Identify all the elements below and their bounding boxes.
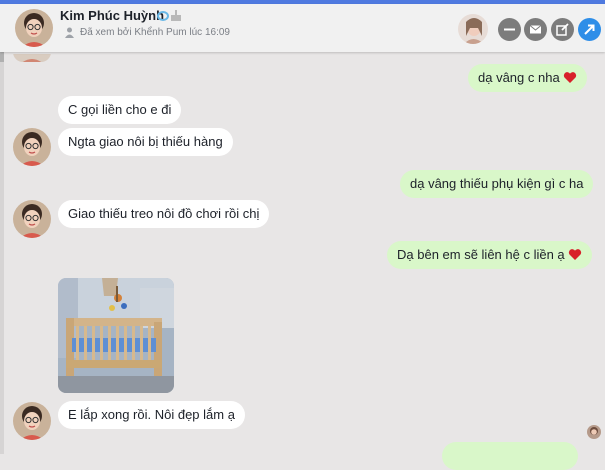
contact-name[interactable]: Kim Phúc Huỳnh xyxy=(60,8,164,23)
message-text: dạ vâng c nha xyxy=(478,70,560,85)
participant-avatar[interactable] xyxy=(458,14,488,44)
avatar[interactable] xyxy=(13,128,51,166)
message-bubble[interactable]: dạ vâng c nha xyxy=(468,64,587,92)
contact-avatar[interactable] xyxy=(15,9,53,47)
message-bubble[interactable]: Dạ bên em sẽ liên hệ c liền ạ xyxy=(387,241,592,269)
message-text: C gọi liền cho e đi xyxy=(68,102,172,117)
seen-avatar xyxy=(587,425,601,439)
baby-crib-photo[interactable] xyxy=(58,278,174,393)
message-text: dạ vâng thiếu phụ kiện gì c ha xyxy=(410,176,584,191)
message-text: Dạ bên em sẽ liên hệ c liền ạ xyxy=(397,247,565,262)
message-bubble[interactable]: C gọi liền cho e đi xyxy=(58,96,182,124)
scrollbar-thumb[interactable] xyxy=(0,52,4,62)
message-list[interactable]: dạ vâng c nha C gọi liền cho e đi Ngta g… xyxy=(0,52,605,470)
avatar xyxy=(13,52,51,62)
avatar[interactable] xyxy=(13,200,51,238)
share-icon xyxy=(584,24,595,35)
share-button[interactable] xyxy=(578,18,601,41)
minimize-button[interactable] xyxy=(498,18,521,41)
compose-icon xyxy=(556,23,569,36)
message-text: Giao thiếu treo nôi đồ chơi rồi chị xyxy=(68,206,260,221)
heart-icon xyxy=(568,249,581,260)
message-text: Ngta giao nôi bị thiếu hàng xyxy=(68,134,223,149)
mail-button[interactable] xyxy=(524,18,547,41)
avatar[interactable] xyxy=(13,402,51,440)
minimize-icon xyxy=(504,28,515,31)
message-bubble[interactable]: dạ vâng thiếu phụ kiện gì c ha xyxy=(400,170,594,198)
message-bubble[interactable]: Ngta giao nôi bị thiếu hàng xyxy=(58,128,233,156)
message-bubble[interactable]: E lắp xong rồi. Nôi đẹp lắm ạ xyxy=(58,401,245,429)
eye-icon xyxy=(65,27,74,38)
mail-icon xyxy=(529,25,542,34)
cake-icon xyxy=(171,10,181,21)
message-bubble[interactable]: Giao thiếu treo nôi đồ chơi rồi chị xyxy=(58,200,270,228)
heart-icon xyxy=(563,72,576,83)
verified-badge-icon xyxy=(157,11,169,21)
chat-header: Kim Phúc Huỳnh Đã xem bởi Khểnh Pum lúc … xyxy=(0,4,605,52)
message-bubble-partial[interactable] xyxy=(442,442,578,470)
compose-button[interactable] xyxy=(551,18,574,41)
message-text: E lắp xong rồi. Nôi đẹp lắm ạ xyxy=(68,407,235,422)
seen-status: Đã xem bởi Khểnh Pum lúc 16:09 xyxy=(80,27,230,38)
scrollbar[interactable] xyxy=(0,52,4,454)
